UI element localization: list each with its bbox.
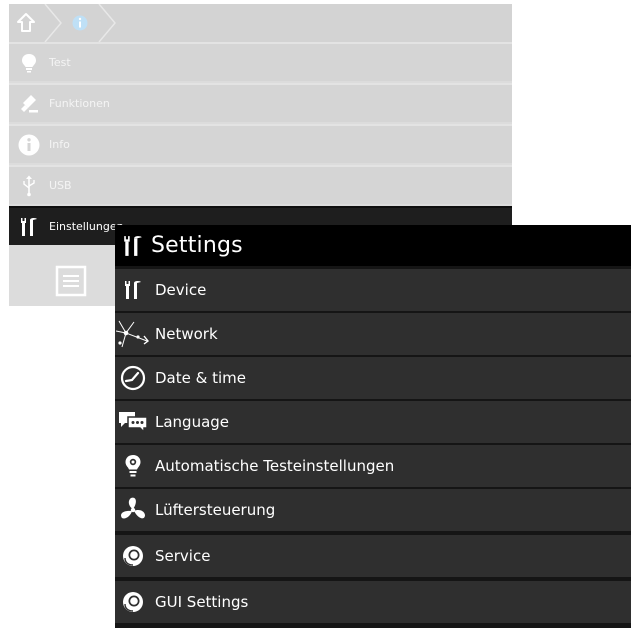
functions-icon	[9, 94, 49, 114]
settings-tools-icon	[115, 269, 151, 311]
clock-icon	[115, 357, 151, 399]
usb-icon	[9, 175, 49, 197]
breadcrumb-home[interactable]	[9, 4, 43, 42]
menu-item-test[interactable]: Test	[9, 42, 512, 81]
headset-icon	[115, 535, 151, 577]
home-icon	[17, 13, 35, 32]
settings-item-gui-settings[interactable]: GUI Settings	[115, 581, 631, 623]
settings-item-label: Device	[155, 281, 207, 299]
settings-panel: Settings Device Network Date & time Lang…	[115, 225, 631, 628]
settings-item-device[interactable]: Device	[115, 269, 631, 311]
breadcrumb	[9, 4, 512, 42]
settings-item-label: Service	[155, 547, 211, 565]
menu-item-label: USB	[49, 179, 72, 192]
menu-item-funktionen[interactable]: Funktionen	[9, 83, 512, 122]
breadcrumb-info[interactable]	[65, 4, 95, 42]
settings-tools-icon	[9, 217, 49, 237]
settings-header: Settings	[115, 225, 631, 266]
settings-item-label: Date & time	[155, 369, 246, 387]
list-button[interactable]	[55, 265, 87, 297]
settings-item-label: Automatische Testeinstellungen	[155, 457, 395, 475]
settings-item-label: GUI Settings	[155, 593, 249, 611]
settings-item-automatic-test-settings[interactable]: Automatische Testeinstellungen	[115, 445, 631, 487]
fan-icon	[115, 489, 151, 531]
settings-item-language[interactable]: Language	[115, 401, 631, 443]
menu-item-label: Test	[49, 56, 71, 69]
settings-item-label: Lüftersteuerung	[155, 501, 276, 519]
lightbulb-icon	[9, 53, 49, 73]
settings-item-label: Language	[155, 413, 230, 431]
menu-item-info[interactable]: Info	[9, 124, 512, 163]
menu-item-label: Einstellungen	[49, 220, 124, 233]
menu-item-label: Info	[49, 138, 70, 151]
settings-item-network[interactable]: Network	[115, 313, 631, 355]
settings-item-fan-control[interactable]: Lüftersteuerung	[115, 489, 631, 531]
list-icon	[55, 265, 87, 297]
settings-item-service[interactable]: Service	[115, 535, 631, 577]
settings-item-date-time[interactable]: Date & time	[115, 357, 631, 399]
breadcrumb-separator	[44, 4, 62, 42]
breadcrumb-separator	[98, 4, 116, 42]
settings-item-label: Network	[155, 325, 218, 343]
headset-icon	[115, 581, 151, 623]
settings-tools-icon	[115, 235, 151, 257]
page-title: Settings	[151, 233, 243, 258]
info-icon	[9, 134, 49, 156]
menu-item-usb[interactable]: USB	[9, 165, 512, 204]
info-icon	[72, 15, 88, 31]
chat-bubbles-icon	[115, 401, 151, 443]
lightbulb-gear-icon	[115, 445, 151, 487]
menu-item-label: Funktionen	[49, 97, 110, 110]
network-icon	[115, 313, 151, 355]
